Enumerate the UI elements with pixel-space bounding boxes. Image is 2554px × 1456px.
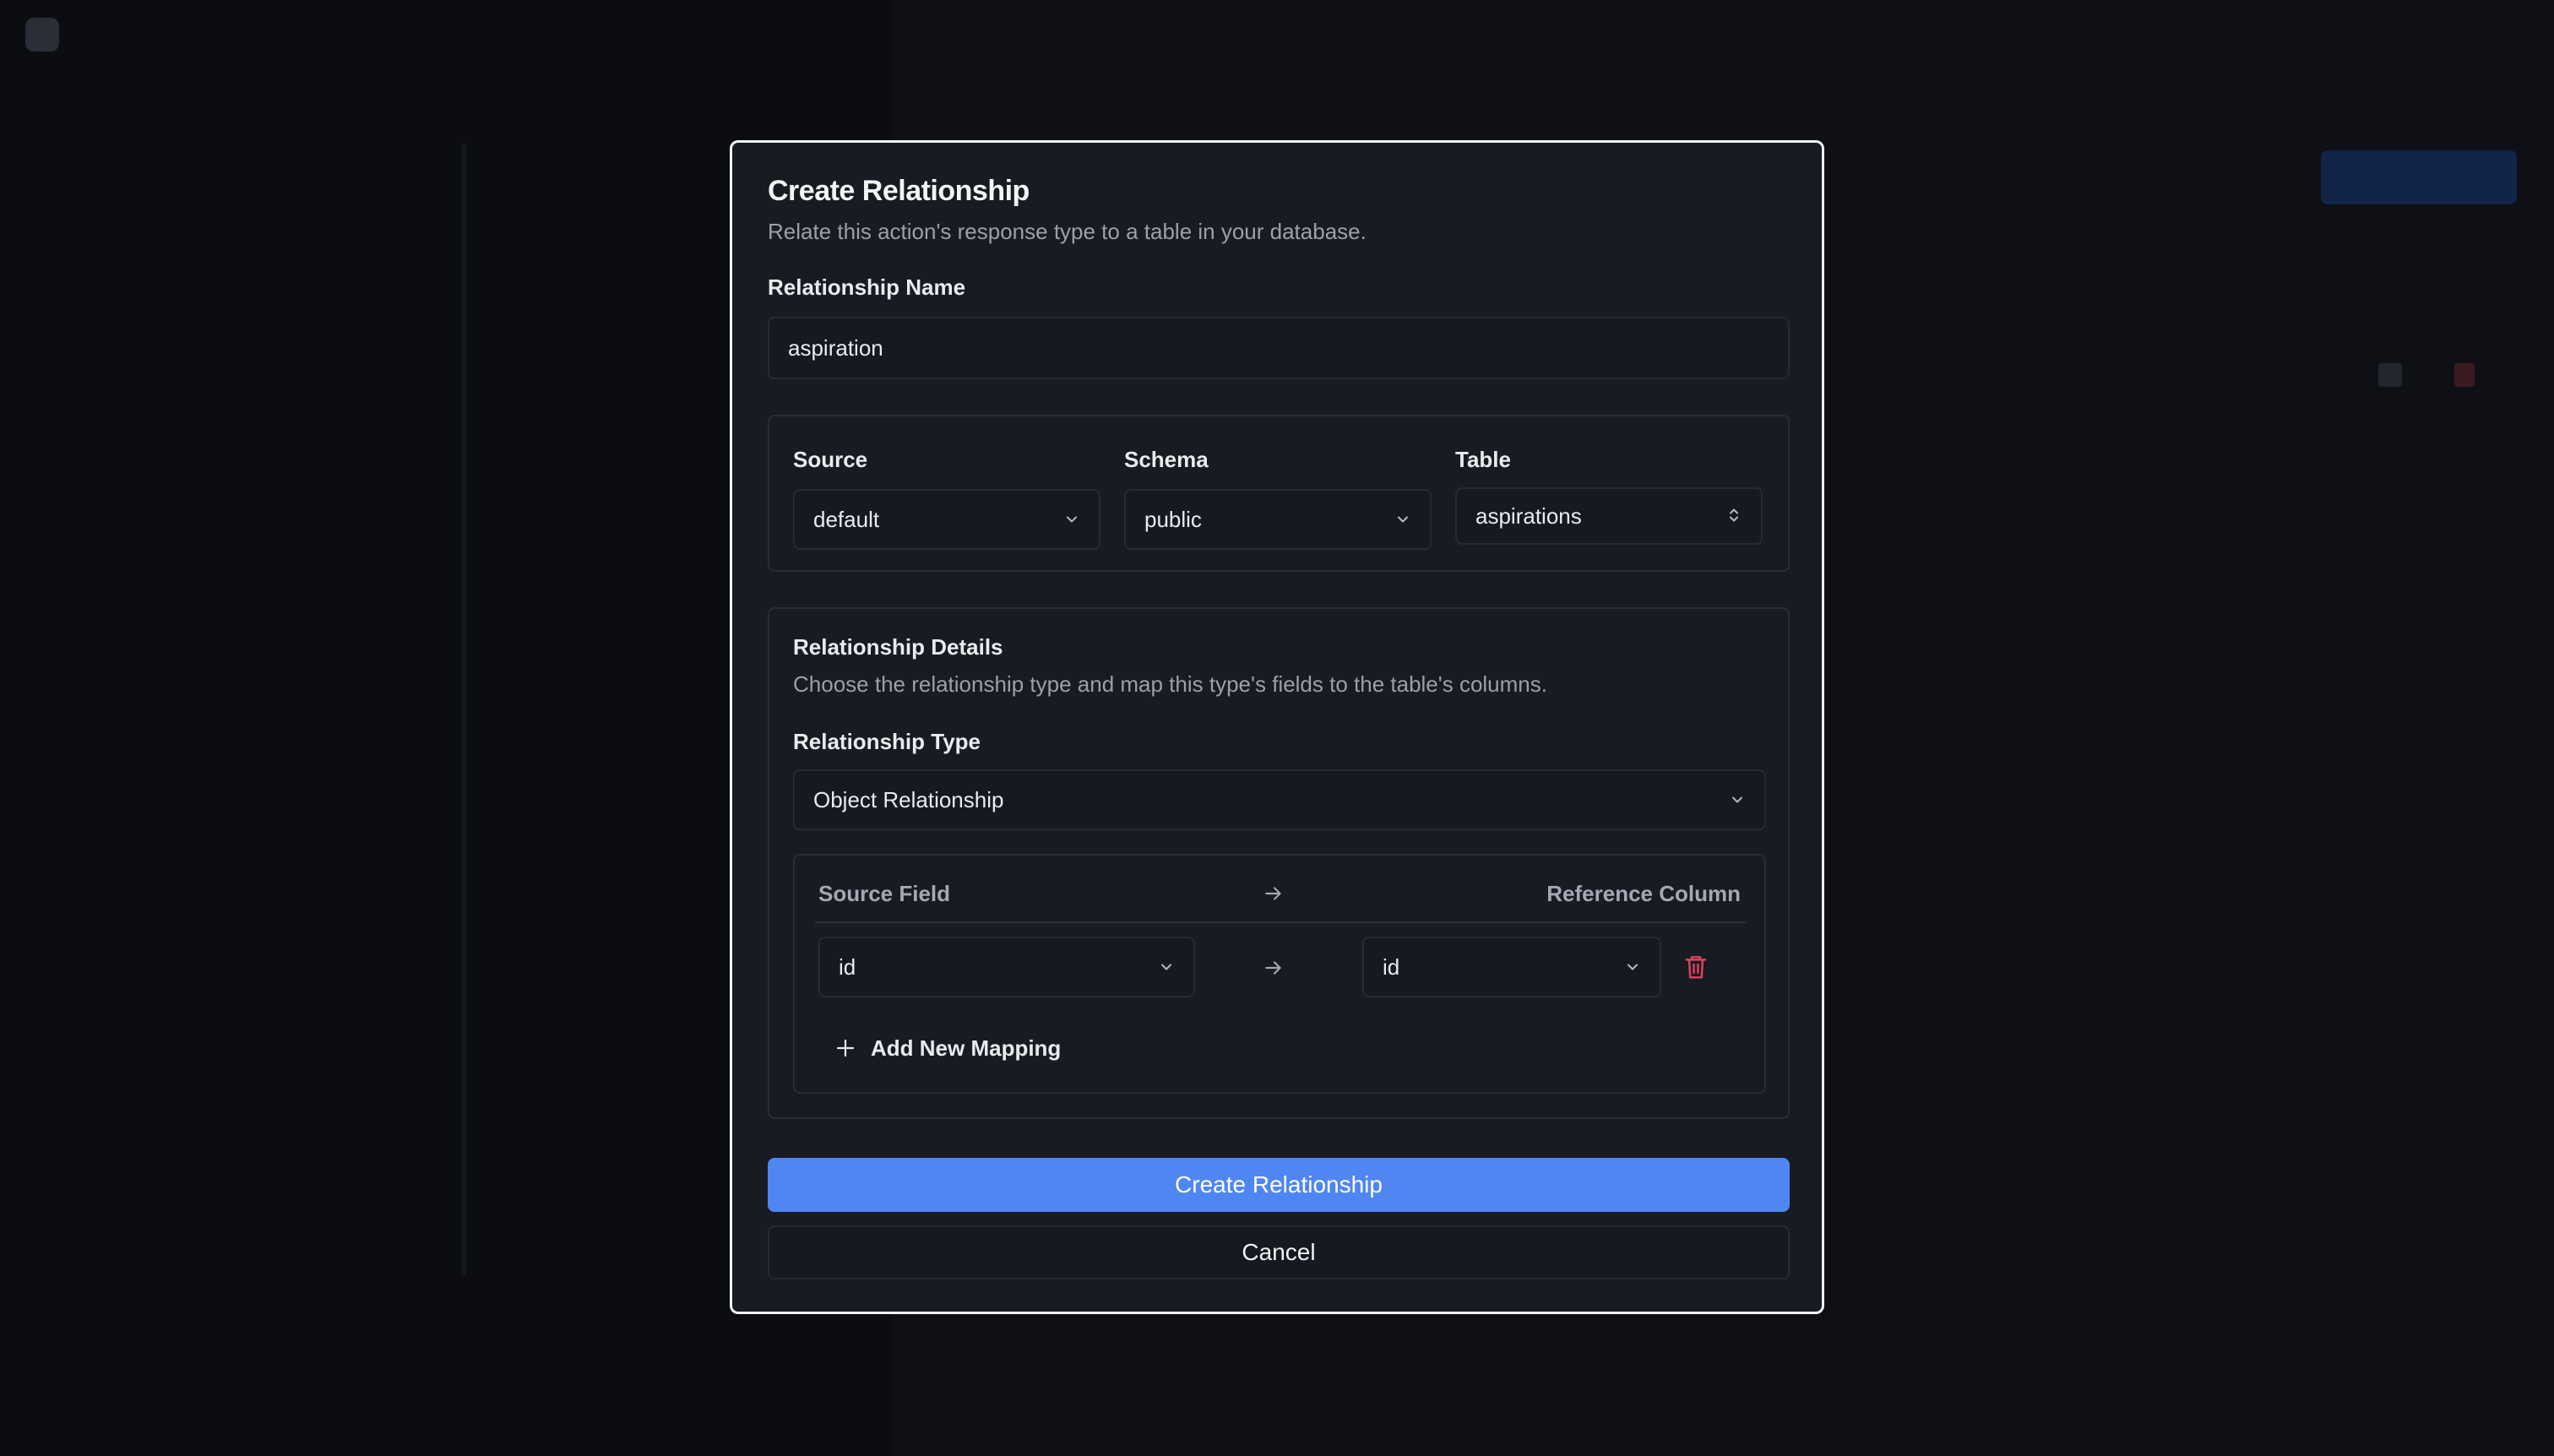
- source-select-value: default: [813, 507, 880, 532]
- relationship-name-label: Relationship Name: [768, 274, 966, 300]
- mapping-source-field-select[interactable]: id: [818, 937, 1195, 997]
- modal-title: Create Relationship: [768, 175, 1030, 207]
- relationship-type-label: Relationship Type: [793, 729, 981, 754]
- source-select[interactable]: default: [793, 489, 1100, 550]
- table-combobox-value: aspirations: [1475, 503, 1582, 529]
- mapping-header-divider: [815, 921, 1746, 923]
- source-field-group: Source default: [793, 447, 1100, 550]
- background-divider: [461, 144, 466, 1275]
- source-schema-table-panel: Source default Schema public Table aspir…: [768, 415, 1790, 572]
- table-combobox[interactable]: aspirations: [1455, 487, 1763, 545]
- background-edit-icon: [2378, 363, 2402, 387]
- field-mapping-box: Source Field Reference Column id id Add …: [793, 854, 1766, 1094]
- mapping-source-field-value: id: [839, 954, 856, 980]
- trash-icon[interactable]: [1683, 953, 1709, 981]
- schema-label: Schema: [1124, 447, 1209, 472]
- create-relationship-button[interactable]: Create Relationship: [768, 1158, 1790, 1212]
- schema-field-group: Schema public: [1124, 447, 1432, 550]
- relationship-type-select[interactable]: Object Relationship: [793, 769, 1766, 830]
- chevron-down-icon: [1161, 964, 1171, 970]
- background-button: [2321, 150, 2517, 204]
- arrow-right-icon: [1265, 961, 1281, 975]
- table-field-group: Table aspirations: [1455, 447, 1763, 545]
- mapping-reference-column-select[interactable]: id: [1362, 937, 1661, 997]
- chevron-down-icon: [1067, 516, 1077, 523]
- chevron-down-icon: [1732, 796, 1742, 803]
- arrow-right-icon: [1265, 887, 1281, 900]
- relationship-details-panel: Relationship Details Choose the relation…: [768, 607, 1790, 1119]
- add-new-mapping-label: Add New Mapping: [871, 1035, 1062, 1061]
- source-label: Source: [793, 447, 868, 472]
- chevron-down-icon: [1398, 516, 1408, 523]
- mapping-reference-column-value: id: [1383, 954, 1400, 980]
- relationship-details-title: Relationship Details: [793, 634, 1003, 660]
- background-topbar: [0, 0, 892, 69]
- schema-select-value: public: [1144, 507, 1202, 532]
- table-label: Table: [1455, 447, 1511, 472]
- app-logo: [25, 18, 59, 52]
- chevron-up-down-icon: [1730, 508, 1738, 522]
- chevron-down-icon: [1627, 964, 1638, 970]
- relationship-type-value: Object Relationship: [813, 787, 1004, 812]
- relationship-name-input[interactable]: aspiration: [768, 317, 1790, 379]
- add-new-mapping-button[interactable]: Add New Mapping: [835, 1031, 1061, 1065]
- reference-column-header: Reference Column: [1546, 881, 1741, 906]
- schema-select[interactable]: public: [1124, 489, 1432, 550]
- create-relationship-modal: Create Relationship Relate this action's…: [730, 140, 1824, 1314]
- cancel-button[interactable]: Cancel: [768, 1225, 1790, 1279]
- background-delete-icon: [2454, 363, 2475, 387]
- modal-description: Relate this action's response type to a …: [768, 219, 1367, 244]
- plus-icon: [836, 1039, 855, 1057]
- source-field-header: Source Field: [818, 881, 951, 906]
- relationship-details-description: Choose the relationship type and map thi…: [793, 671, 1547, 697]
